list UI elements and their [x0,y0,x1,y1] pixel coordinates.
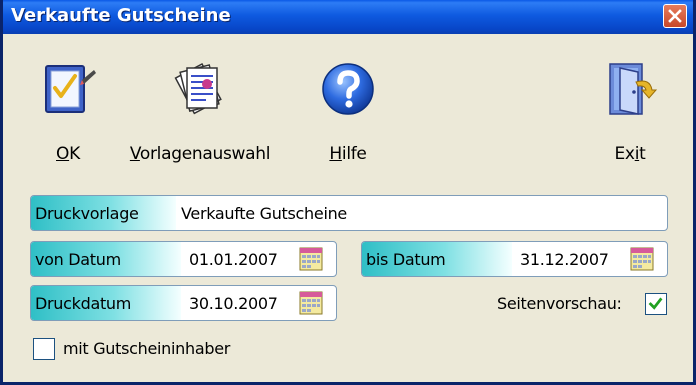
documents-stack-icon [174,62,222,115]
checklist-pen-icon [45,65,96,113]
ok-label: OK [56,144,80,164]
template-selection-button[interactable]: Vorlagenauswahl [125,56,275,171]
template-field-value: Verkaufte Gutscheine [181,203,347,223]
help-button[interactable]: Hilfe [303,56,393,171]
print-date-label: Druckdatum [31,286,181,320]
close-icon [668,9,682,23]
print-date-value: 30.10.2007 [189,293,278,313]
template-selection-label: Vorlagenauswahl [129,144,271,164]
close-button[interactable] [663,4,687,28]
from-date-value: 01.01.2007 [189,249,278,269]
to-date-field[interactable]: bis Datum 31.12.2007 [361,241,668,277]
ok-button[interactable]: OK [23,56,113,171]
template-field-label: Druckvorlage [31,196,176,230]
from-date-field[interactable]: von Datum 01.01.2007 [30,241,337,277]
preview-label: Seitenvorschau: [497,294,622,313]
with-owner-label: mit Gutscheininhaber [63,339,231,358]
template-field[interactable]: Druckvorlage Verkaufte Gutscheine [30,195,668,231]
to-date-label: bis Datum [362,242,512,276]
exit-label: Exit [614,144,646,164]
preview-checkbox[interactable] [645,293,667,315]
dialog-window: Verkaufte Gutscheine OK Vorlagenauswahl … [0,0,696,385]
calendar-icon[interactable] [299,291,323,315]
calendar-icon[interactable] [299,247,323,271]
with-owner-checkbox[interactable] [33,338,55,360]
print-date-field[interactable]: Druckdatum 30.10.2007 [30,285,337,321]
calendar-icon[interactable] [630,247,654,271]
exit-button[interactable]: Exit [585,56,675,171]
from-date-label: von Datum [31,242,181,276]
to-date-value: 31.12.2007 [520,249,609,269]
exit-door-icon [609,63,658,115]
checkmark-icon [648,297,663,310]
help-label: Hilfe [329,144,367,164]
title-bar[interactable]: Verkaufte Gutscheine [3,0,693,34]
help-question-icon [322,63,374,115]
window-title: Verkaufte Gutscheine [11,5,231,26]
